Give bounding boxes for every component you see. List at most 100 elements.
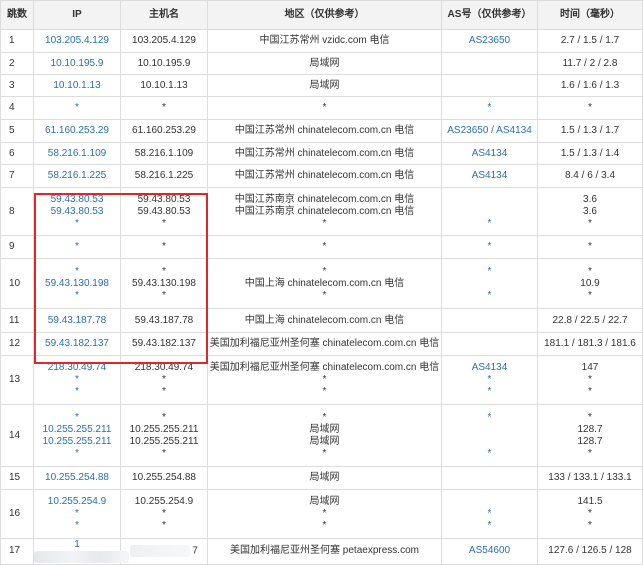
ip-cell: 59.43.187.78 xyxy=(33,308,121,333)
hop-number: 12 xyxy=(0,332,34,356)
time-cell-line: 141.5 xyxy=(577,496,603,507)
asn-cell: * * xyxy=(441,489,538,539)
asn-cell-line: * xyxy=(487,386,492,397)
ip-cell-line[interactable]: 10.255.254.88 xyxy=(34,472,120,484)
hop-number: 13 xyxy=(0,355,34,405)
region-cell-line: 局域网 xyxy=(309,435,340,447)
table-row: 1 103.205.4.129 103.205.4.129 中国江苏常州 vzidc.… xyxy=(0,29,643,53)
time-cell-line: * xyxy=(588,374,592,385)
ip-cell-line[interactable]: 58.216.1.109 xyxy=(34,148,120,160)
asn-cell-line xyxy=(442,472,537,484)
hostname-cell: * 10.255.255.211 10.255.255.211 * xyxy=(120,404,208,467)
ip-cell-line[interactable]: 61.160.253.29 xyxy=(34,125,120,137)
time-cell-line: 127.6 / 126.5 / 128 xyxy=(548,545,632,557)
time-cell-line: 147 xyxy=(581,362,599,373)
asn-cell-line: * xyxy=(487,102,492,113)
time-cell: 22.8 / 22.5 / 22.7 xyxy=(537,308,643,333)
region-cell-line: 局域网 xyxy=(309,57,340,69)
hostname-cell-line: 10.255.254.88 xyxy=(132,472,196,483)
hostname-cell: 10.10.195.9 xyxy=(120,52,208,75)
region-cell: 中国上海 chinatelecom.com.cn 电信 xyxy=(207,308,442,333)
time-cell-line: * xyxy=(588,447,592,459)
hostname-cell: 218.30.49.74 * * xyxy=(120,355,208,405)
ip-cell-line[interactable]: 59.43.182.137 xyxy=(34,338,120,350)
region-cell: 中国江苏常州 chinatelecom.com.cn 电信 xyxy=(207,142,442,165)
hostname-cell-line: 59.43.80.53 xyxy=(137,193,191,205)
header-hop: 跳数 xyxy=(0,0,34,30)
asn-cell-line xyxy=(442,424,537,436)
time-cell: 133 / 133.1 / 133.1 xyxy=(537,466,643,490)
ip-cell-line[interactable]: 58.216.1.225 xyxy=(34,170,120,182)
hostname-cell-line: 103.205.4.129 xyxy=(132,35,196,46)
hostname-cell-line: 10.255.255.211 xyxy=(129,435,199,447)
time-cell: 147 * * xyxy=(537,355,643,405)
table-row: 6 58.216.1.109 58.216.1.109 中国江苏常州 chinatel… xyxy=(0,142,643,165)
region-cell-line: * xyxy=(322,447,327,459)
hostname-cell-line: * xyxy=(162,374,166,385)
ip-cell-line[interactable]: 59.43.80.53 xyxy=(34,206,120,218)
asn-cell-line[interactable]: AS54600 xyxy=(442,545,537,557)
region-cell-line: 局域网 xyxy=(309,496,340,507)
asn-cell: AS23650 xyxy=(441,29,538,53)
hostname-cell-line: 59.43.130.198 xyxy=(132,277,196,289)
ip-cell-line[interactable]: 103.205.4.129 xyxy=(34,35,120,47)
asn-cell-line: * xyxy=(487,411,492,423)
time-cell-line: 1.5 / 1.3 / 1.4 xyxy=(560,147,620,159)
asn-cell: AS4134 xyxy=(441,164,538,188)
asn-cell: AS4134 xyxy=(441,142,538,165)
asn-cell-line[interactable]: AS4134 xyxy=(442,170,537,182)
time-cell-line: 133 / 133.1 / 133.1 xyxy=(548,472,632,483)
table-row: 5 61.160.253.29 61.160.253.29 中国江苏常州 chinat… xyxy=(0,119,643,143)
region-cell-line: 中国江苏南京 chinatelecom.com.cn 电信 xyxy=(234,205,415,217)
ip-cell: 10.255.254.88 xyxy=(33,466,121,490)
region-cell-line: * xyxy=(322,241,327,252)
time-cell-line: 3.6 xyxy=(583,205,597,217)
ip-cell-line[interactable]: 1 xyxy=(74,539,80,550)
ip-cell-line[interactable]: 10.10.1.13 xyxy=(34,80,120,92)
asn-cell-line[interactable]: AS23650 / AS4134 xyxy=(442,125,537,137)
ip-cell-line: * xyxy=(75,411,79,423)
ip-cell-line[interactable]: 59.43.187.78 xyxy=(34,315,120,327)
ip-cell-line[interactable]: 218.30.49.74 xyxy=(34,362,120,374)
ip-cell-line: * xyxy=(75,241,79,252)
region-cell-line: 局域网 xyxy=(309,472,340,483)
ip-cell-line[interactable]: 10.255.254.9 xyxy=(34,496,120,508)
ip-cell-line[interactable]: 59.43.80.53 xyxy=(34,194,120,206)
hostname-cell-line: * xyxy=(162,508,166,519)
ip-cell: 59.43.182.137 xyxy=(33,332,121,356)
ip-cell-line[interactable]: 59.43.130.198 xyxy=(34,278,120,290)
ip-cell-line[interactable]: 10.255.255.211 xyxy=(34,436,120,448)
hostname-cell-line: 7 xyxy=(192,545,198,557)
region-cell: 美国加利福尼亚州圣何塞 chinatelecom.com.cn 电信 * * xyxy=(207,355,442,405)
region-cell: 美国加利福尼亚州圣何塞 petaexpress.com xyxy=(207,538,442,565)
region-cell-line: 中国江苏常州 vzidc.com 电信 xyxy=(259,35,390,46)
table-row: 13 218.30.49.74 * * 218.30.49.74 * * 美国加利福尼亚州圣何… xyxy=(0,355,643,405)
header-time: 时间（毫秒） xyxy=(537,0,643,30)
asn-cell-line: * xyxy=(487,217,492,229)
table-row: 10 * 59.43.130.198 * * 59.43.130.198 * * 中国上海 ch… xyxy=(0,258,643,309)
asn-cell-line: * xyxy=(487,447,492,459)
region-cell: * xyxy=(207,235,442,259)
region-cell-line: * xyxy=(322,265,327,277)
region-cell-line: * xyxy=(322,289,327,301)
ip-cell: 58.216.1.225 xyxy=(33,164,121,188)
region-cell-line: * xyxy=(322,217,327,229)
ip-cell: 10.10.1.13 xyxy=(33,74,121,97)
asn-cell xyxy=(441,74,538,97)
time-cell-line: 3.6 xyxy=(583,193,597,205)
header-ip: IP xyxy=(33,0,121,30)
ip-cell-line[interactable]: 10.10.195.9 xyxy=(34,58,120,70)
table-row: 15 10.255.254.88 10.255.254.88 局域网 133 / 13… xyxy=(0,466,643,490)
asn-cell-line[interactable]: AS4134 xyxy=(442,148,537,160)
ip-cell-line[interactable]: 10.255.255.211 xyxy=(34,424,120,436)
time-cell: * xyxy=(537,235,643,259)
table-row: 4 * * * * * xyxy=(0,96,643,120)
asn-cell-line xyxy=(442,80,537,92)
time-cell: 1.6 / 1.6 / 1.3 xyxy=(537,74,643,97)
asn-cell-line[interactable]: AS23650 xyxy=(442,35,537,47)
time-cell-line: 181.1 / 181.3 / 181.6 xyxy=(544,338,636,349)
table-row: 9 * * * * * xyxy=(0,235,643,259)
region-cell: 局域网 * * xyxy=(207,489,442,539)
time-cell-line: * xyxy=(588,386,592,397)
asn-cell-line[interactable]: AS4134 xyxy=(442,362,537,374)
